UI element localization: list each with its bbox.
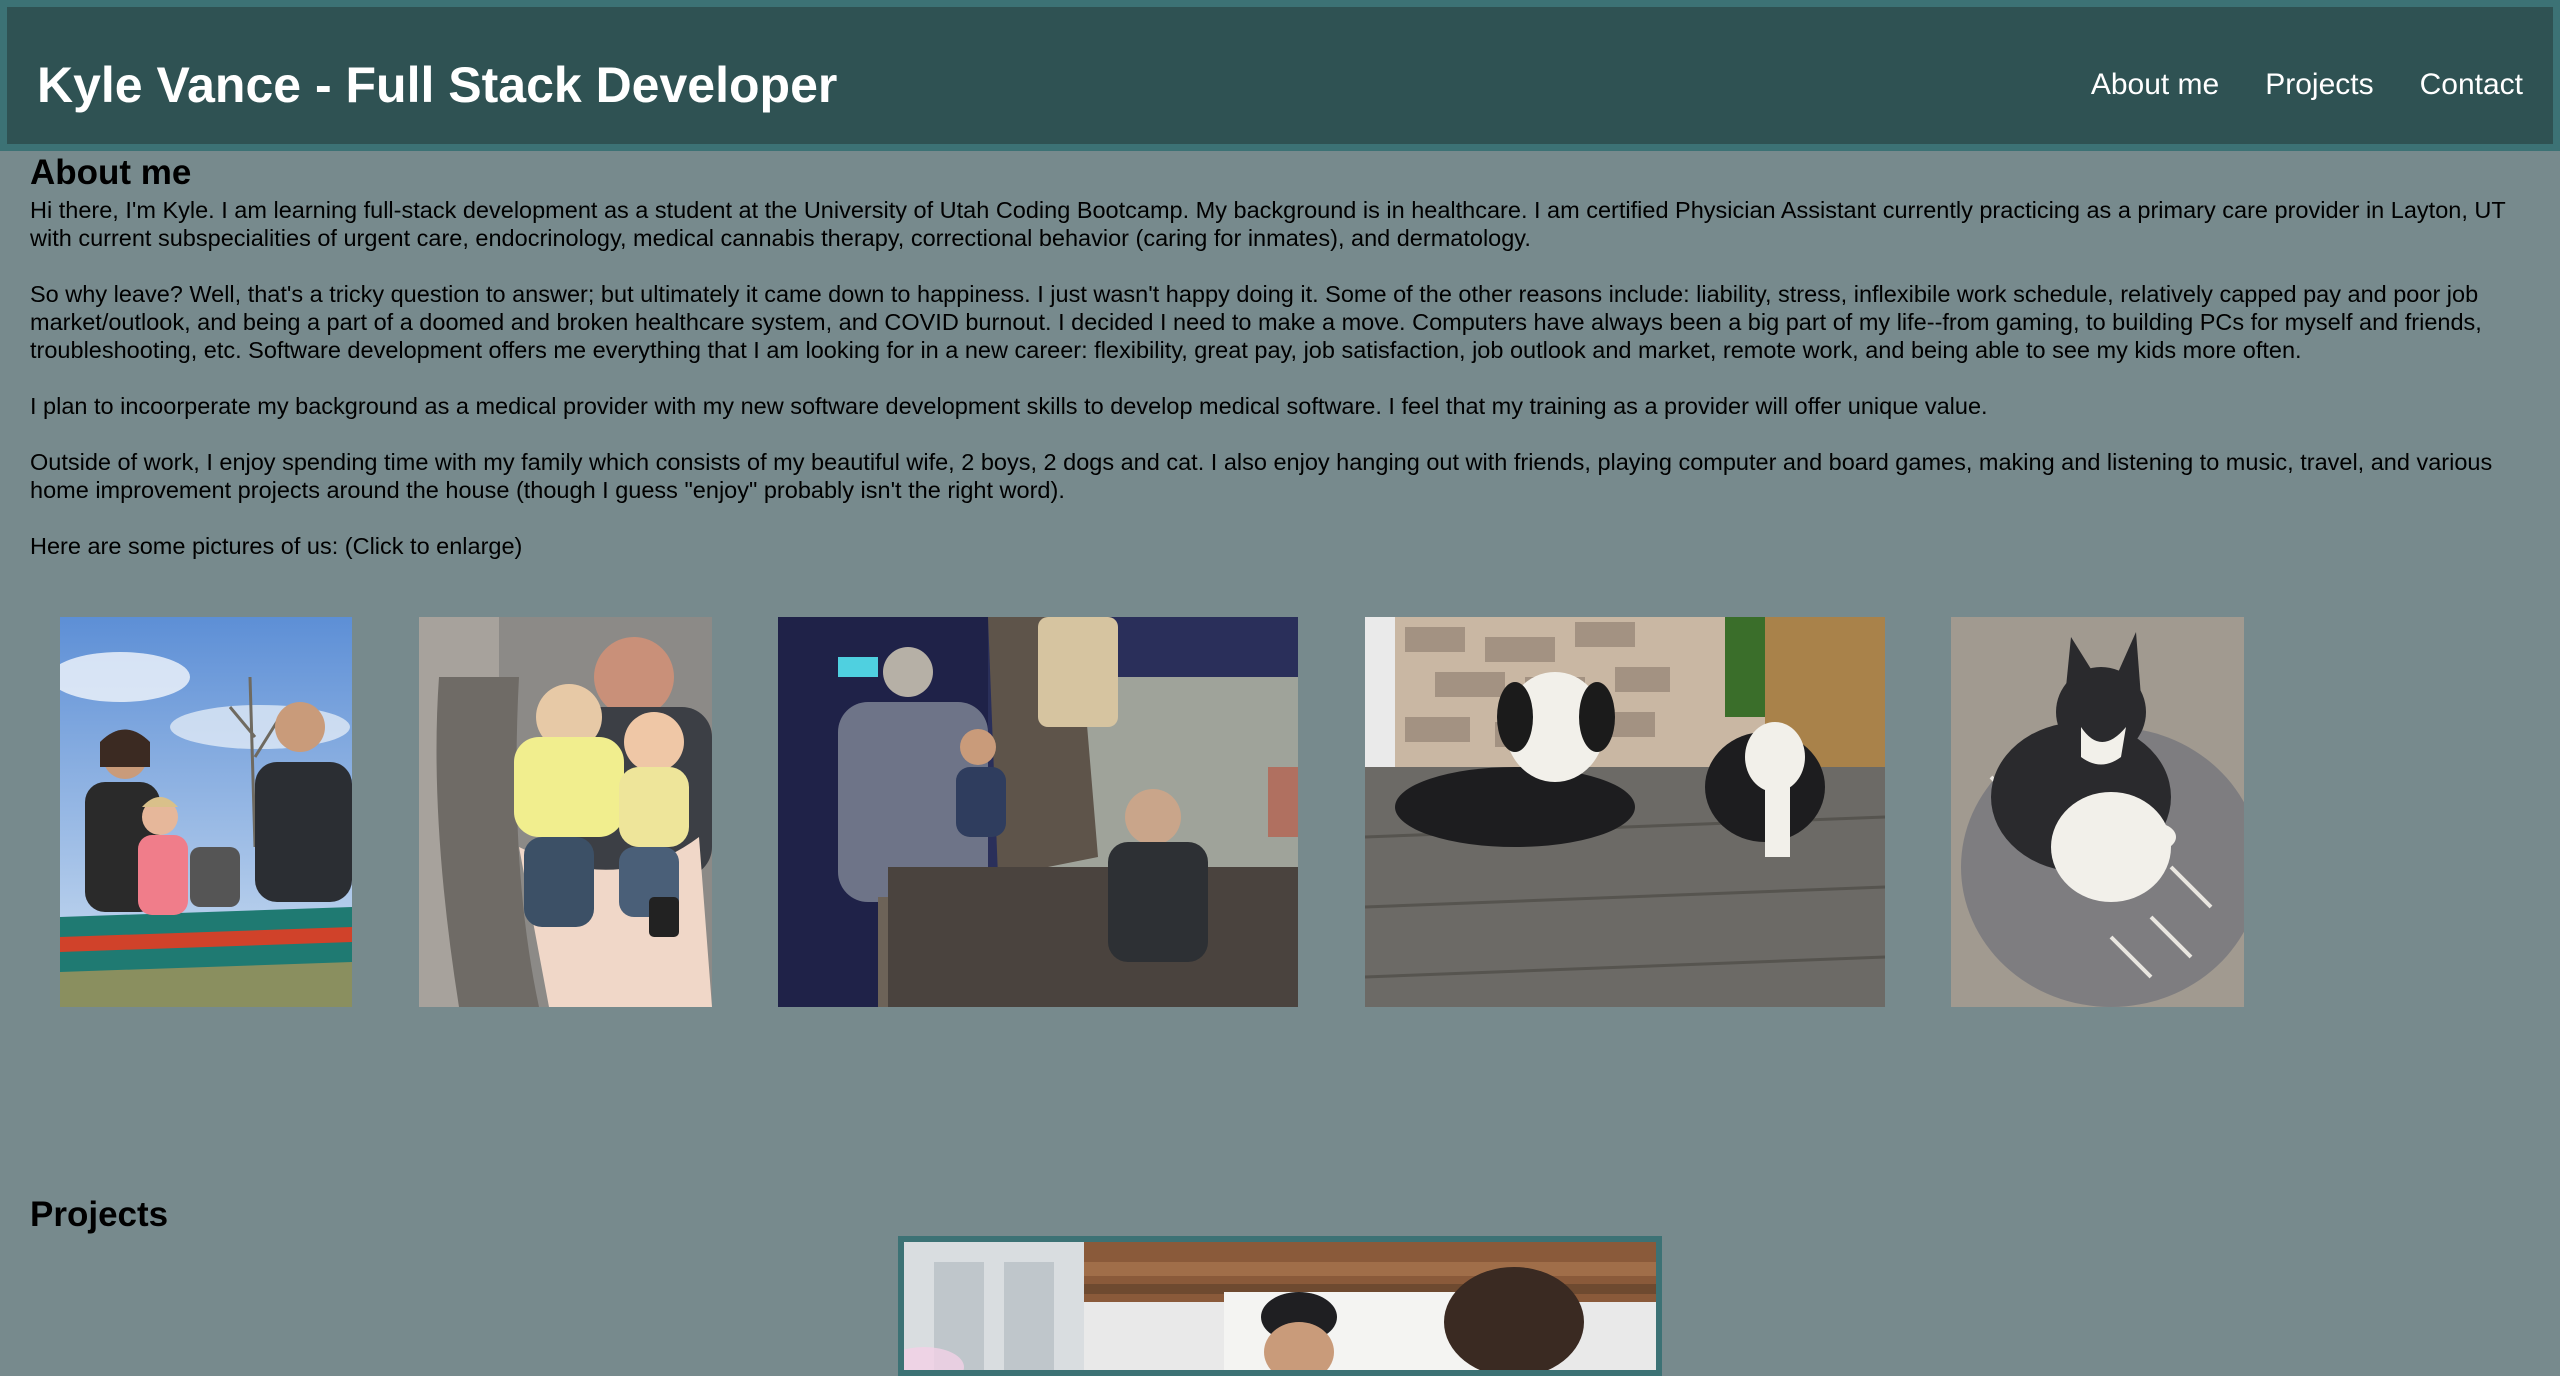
aquarium-photo[interactable] [778, 617, 1298, 1007]
nav-link-projects[interactable]: Projects [2265, 63, 2373, 107]
about-paragraph-intro: Hi there, I'm Kyle. I am learning full-s… [30, 197, 2506, 251]
about-paragraph-why-leave: So why leave? Well, that's a tricky ques… [30, 281, 2482, 363]
site-header: Kyle Vance - Full Stack Developer About … [0, 0, 2560, 151]
projects-heading: Projects [30, 1195, 169, 1234]
nav-link-about[interactable]: About me [2091, 63, 2219, 107]
about-paragraph-pictures-intro: Here are some pictures of us: (Click to … [30, 533, 523, 559]
nav-link-contact[interactable]: Contact [2420, 63, 2523, 107]
cat-photo[interactable] [1951, 617, 2244, 1007]
photo-gallery [0, 617, 2560, 1007]
main-nav: About me Projects Contact [2091, 63, 2523, 107]
dad-with-kids-photo[interactable] [419, 617, 712, 1007]
about-section: About me Hi there, I'm Kyle. I am learni… [30, 150, 2550, 588]
project-screenshot-image [904, 1242, 1656, 1370]
project-card[interactable] [898, 1236, 1662, 1376]
site-title: Kyle Vance - Full Stack Developer [37, 57, 838, 113]
about-paragraph-hobbies: Outside of work, I enjoy spending time w… [30, 449, 2493, 503]
family-picnic-photo[interactable] [60, 617, 352, 1007]
about-heading: About me [30, 153, 192, 192]
about-paragraph-plan: I plan to incoorperate my background as … [30, 393, 1988, 419]
dogs-photo[interactable] [1365, 617, 1885, 1007]
